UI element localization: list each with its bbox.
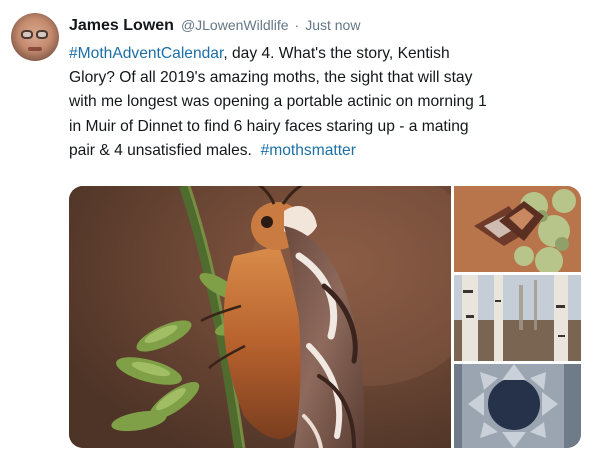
tweet-text-line: in Muir of Dinnet to find 6 hairy faces … (69, 115, 591, 139)
mating-pair-illustration (454, 186, 581, 272)
photo-birch-woodland-thumbnail[interactable] (454, 275, 581, 361)
hashtag-moth-advent-calendar[interactable]: #MothAdventCalendar (69, 45, 223, 62)
tweet-text-segment: , day 4. What's the story, Kentish (223, 45, 450, 62)
tweet-text-segment: pair & 4 unsatisfied males. (69, 141, 261, 159)
tweet-text-segment: in Muir of Dinnet to find 6 hairy faces … (69, 117, 469, 135)
tweet-text: #MothAdventCalendar, day 4. What's the s… (69, 42, 591, 163)
avatar-glasses-left (21, 30, 33, 39)
avatar-glasses-right (36, 30, 48, 39)
avatar[interactable] (11, 13, 59, 61)
tweet-text-segment: Glory? Of all 2019's amazing moths, the … (69, 69, 473, 87)
birch-woodland-illustration (454, 275, 581, 361)
tweet-text-line: with me longest was opening a portable a… (69, 90, 591, 114)
tweet-text-line: #MothAdventCalendar, day 4. What's the s… (69, 42, 591, 66)
tweet-card[interactable]: James Lowen @JLowenWildlife · Just now #… (0, 0, 599, 466)
avatar-mouth (28, 47, 42, 51)
photo-actinic-trap-thumbnail[interactable] (454, 364, 581, 448)
tweet-text-line: pair & 4 unsatisfied males. #mothsmatter (69, 139, 591, 163)
tweet-text-segment: with me longest was opening a portable a… (69, 93, 487, 111)
header-separator: · (294, 17, 300, 33)
photo-mating-pair-thumbnail[interactable] (454, 186, 581, 272)
tweet-text-line: Glory? Of all 2019's amazing moths, the … (69, 66, 591, 90)
timestamp[interactable]: Just now (305, 17, 360, 33)
moth-illustration (69, 186, 451, 448)
media-grid (69, 186, 581, 448)
author-handle[interactable]: @JLowenWildlife (181, 17, 289, 33)
photo-kentish-glory-main[interactable] (69, 186, 451, 448)
author-name[interactable]: James Lowen (69, 17, 174, 35)
actinic-trap-illustration (454, 364, 581, 448)
hashtag-mothsmatter[interactable]: #mothsmatter (261, 142, 356, 159)
tweet-header: James Lowen @JLowenWildlife · Just now (69, 17, 360, 39)
